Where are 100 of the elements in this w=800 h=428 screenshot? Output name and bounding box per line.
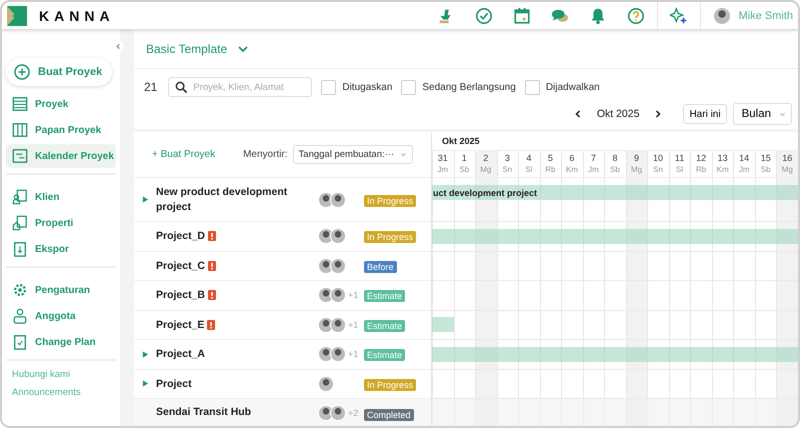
search-field[interactable]: Proyek, Klien, Alamat: [168, 77, 312, 97]
project-name[interactable]: Project_E: [156, 318, 204, 332]
project-row[interactable]: Project_B +1 Estimate: [134, 281, 431, 310]
weekday-label: Sn: [502, 164, 512, 176]
member-avatar: [330, 405, 346, 421]
member-avatar: [330, 258, 346, 274]
project-row[interactable]: Sendai Transit Hub +2 Completed: [134, 399, 431, 426]
clipboard-icon: [12, 241, 28, 257]
weekday-label: Jm: [738, 164, 750, 176]
project-row[interactable]: New product development project In Progress: [134, 178, 431, 222]
project-row[interactable]: Project_D In Progress: [134, 222, 431, 252]
sidebar-item[interactable]: Anggota: [6, 304, 116, 328]
member-avatar: [318, 346, 334, 362]
view-dropdown[interactable]: Bulan: [732, 103, 792, 125]
member-avatar: [330, 346, 346, 362]
filter-checkbox[interactable]: Sedang Berlangsung: [401, 80, 516, 94]
project-row[interactable]: Project_A +1 Estimate: [134, 340, 431, 370]
project-name[interactable]: Project_B: [156, 288, 206, 302]
plus-circle-icon: [14, 64, 30, 80]
member-avatar: [318, 316, 334, 333]
timeline-bar[interactable]: uct development project: [432, 185, 798, 200]
brand-name: KANNA: [39, 8, 115, 24]
template-dropdown[interactable]: Basic Template: [146, 42, 250, 56]
clipboard-check-icon: [12, 334, 28, 350]
day-number: 31: [438, 152, 448, 164]
extra-members-count: +1: [348, 349, 358, 360]
day-number: 16: [782, 152, 792, 164]
member-avatar: [318, 228, 334, 244]
status-badge: Estimate: [364, 290, 406, 302]
weekday-label: Km: [716, 164, 729, 176]
extra-members-count: +2: [348, 408, 358, 418]
day-number: 10: [653, 152, 664, 164]
collapse-icon[interactable]: [113, 41, 124, 52]
member-avatar: [318, 405, 334, 421]
day-number: 4: [526, 152, 532, 164]
project-name[interactable]: Project_D: [156, 229, 206, 244]
status-badge: Before: [364, 260, 397, 273]
status-badge: In Progress: [364, 194, 416, 206]
weekday-label: Mg: [480, 164, 492, 176]
project-name[interactable]: Project_C: [156, 258, 206, 273]
sort-dropdown[interactable]: Tanggal pembuatan:···: [292, 145, 414, 164]
day-number: 12: [696, 152, 706, 164]
search-icon: [175, 81, 188, 94]
sidebar-item[interactable]: Properti: [6, 211, 116, 235]
sidebar-item[interactable]: Klien: [6, 185, 116, 209]
sidebar-item[interactable]: Ekspor: [6, 237, 116, 261]
sidebar-item[interactable]: Proyek: [6, 92, 116, 116]
alert-icon: [207, 320, 216, 330]
status-badge: In Progress: [364, 231, 416, 244]
weekday-label: Sb: [459, 164, 470, 176]
sidebar-item[interactable]: Pengaturan: [6, 278, 116, 302]
project-name[interactable]: Sendai Transit Hub: [156, 405, 252, 420]
expand-icon[interactable]: [142, 380, 148, 388]
next-icon[interactable]: [653, 109, 664, 119]
house-icon: [12, 215, 28, 231]
weekday-label: Rb: [545, 164, 556, 176]
day-number: 15: [760, 152, 771, 164]
list-icon: [12, 96, 28, 112]
member-avatar: [318, 376, 334, 392]
filter-checkbox[interactable]: Dijadwalkan: [524, 80, 600, 94]
weekday-label: Sb: [610, 164, 620, 176]
user-avatar[interactable]: [712, 6, 731, 24]
project-row[interactable]: Project_E +1 Estimate: [134, 310, 431, 340]
contact-card-icon: [12, 189, 28, 205]
weekday-label: Mg: [782, 164, 793, 176]
project-name[interactable]: Project: [156, 376, 192, 391]
project-row[interactable]: Project_C Before: [134, 252, 431, 281]
sidebar-item[interactable]: Papan Proyek: [6, 118, 116, 142]
sidebar-item[interactable]: Change Plan: [6, 330, 116, 354]
today-button[interactable]: Hari ini: [683, 104, 727, 124]
filter-checkbox[interactable]: Ditugaskan: [321, 80, 392, 94]
extra-members-count: +1: [348, 290, 358, 300]
weekday-label: Sl: [676, 164, 684, 176]
create-project-button[interactable]: Buat Proyek: [6, 58, 112, 86]
weekday-label: Km: [566, 164, 578, 176]
weekday-label: Jm: [437, 164, 448, 176]
day-number: 14: [739, 152, 750, 164]
chevron-down-icon: [779, 110, 786, 118]
project-name[interactable]: Project_A: [156, 347, 206, 362]
calendar-icon[interactable]: [512, 6, 531, 24]
weekday-label: Sl: [525, 164, 532, 176]
columns-icon: [12, 122, 28, 138]
status-badge: Completed: [364, 409, 414, 421]
help-icon[interactable]: [626, 6, 645, 24]
status-badge: Estimate: [364, 320, 406, 332]
sparkle-icon[interactable]: [670, 6, 688, 24]
project-name[interactable]: New product development project: [156, 185, 318, 214]
check-circle-icon[interactable]: [474, 6, 493, 24]
day-number: 2: [483, 152, 488, 164]
previous-icon[interactable]: [572, 109, 583, 119]
alert-icon: [208, 231, 216, 242]
day-number: 8: [612, 152, 618, 164]
create-project-link[interactable]: + Buat Proyek: [152, 149, 216, 160]
day-number: 3: [504, 152, 510, 164]
expand-icon[interactable]: [142, 196, 148, 203]
weekday-label: Sb: [760, 164, 771, 176]
expand-icon[interactable]: [142, 350, 148, 358]
calendar-icon: [12, 148, 28, 164]
chat-icon[interactable]: [550, 6, 569, 24]
member-avatar: [318, 192, 334, 208]
